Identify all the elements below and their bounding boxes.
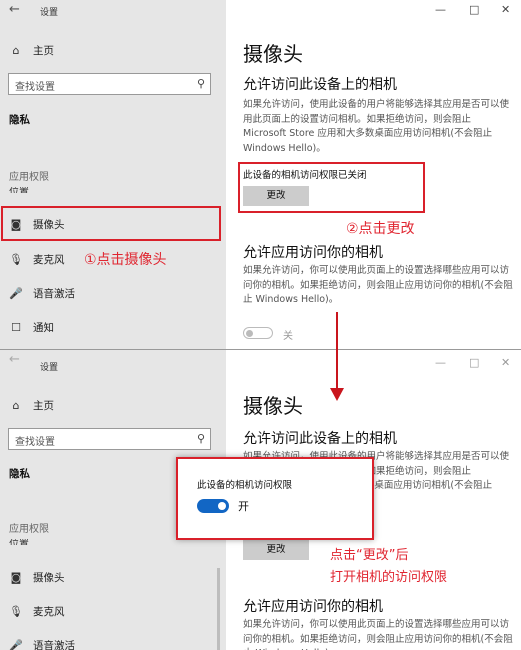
section1-title-2: 允许访问此设备上的相机 — [243, 431, 397, 447]
app-camera-toggle-label: 关 — [283, 331, 293, 342]
maximize-icon-2[interactable]: □ — [469, 356, 479, 369]
camera-access-popup: 此设备的相机访问权限 开 — [176, 457, 374, 540]
section2-title-2: 允许应用访问你的相机 — [243, 599, 383, 615]
nav-location-partial-2[interactable]: 位置 — [9, 539, 29, 545]
annotation-step1: ①点击摄像头 — [84, 252, 167, 268]
nav-microphone-label: 麦克风 — [33, 254, 65, 266]
sidebar: ← 设置 ⌂ 主页 查找设置 ⚲ 隐私 应用权限 位置 ◙ 摄像头 🎙 麦克风 … — [0, 0, 226, 350]
step-arrow-down-icon — [330, 388, 344, 401]
page-title: 摄像头 — [243, 42, 303, 66]
nav-microphone[interactable]: 🎙 麦克风 — [9, 252, 65, 267]
camera-access-toggle-label: 开 — [238, 500, 249, 513]
sidebar-scrollbar[interactable] — [217, 568, 220, 650]
section-app-permissions: 应用权限 — [9, 172, 49, 183]
popup-title: 此设备的相机访问权限 — [197, 480, 293, 491]
section1-title: 允许访问此设备上的相机 — [243, 77, 397, 93]
annotation-step3-line1: 点击“更改”后 — [330, 548, 409, 563]
back-arrow-icon[interactable]: ← — [9, 2, 20, 17]
section-app-permissions-2: 应用权限 — [9, 524, 49, 535]
maximize-icon[interactable]: □ — [469, 3, 479, 16]
nav-home-label: 主页 — [33, 45, 54, 57]
section2-title: 允许应用访问你的相机 — [243, 245, 383, 261]
search-input-2[interactable]: 查找设置 ⚲ — [8, 428, 211, 450]
section2-description-2: 如果允许访问，你可以使用此页面上的设置选择哪些应用可以访问你的相机。如果拒绝访问… — [243, 619, 513, 650]
minimize-icon[interactable]: — — [435, 3, 446, 16]
nav-location-partial[interactable]: 位置 — [9, 187, 29, 193]
nav-home-label-2: 主页 — [33, 400, 54, 412]
change-button-2[interactable]: 更改 — [243, 540, 309, 560]
settings-window-before: ← 设置 ⌂ 主页 查找设置 ⚲ 隐私 应用权限 位置 ◙ 摄像头 🎙 麦克风 … — [0, 0, 521, 350]
notification-icon: ☐ — [11, 321, 21, 334]
nav-voice-activation[interactable]: 🎤 语音激活 — [9, 286, 75, 301]
home-icon: ⌂ — [12, 44, 20, 57]
nav-microphone-2[interactable]: 🎙 麦克风 — [9, 604, 65, 619]
section-privacy-2: 隐私 — [9, 468, 30, 480]
microphone-icon-2: 🎙 — [9, 605, 23, 618]
nav-camera-label-2: 摄像头 — [33, 572, 65, 584]
voice-icon-2: 🎤 — [9, 639, 23, 650]
nav-home-2[interactable]: ⌂ 主页 — [9, 398, 55, 413]
page-title-2: 摄像头 — [243, 394, 303, 418]
nav-voice-label: 语音激活 — [33, 288, 75, 300]
nav-home[interactable]: ⌂ 主页 — [9, 43, 55, 58]
annotation-step2: ②点击更改 — [346, 221, 415, 237]
home-icon-2: ⌂ — [12, 399, 20, 412]
nav-notifications-label: 通知 — [33, 322, 54, 334]
voice-icon: 🎤 — [9, 287, 23, 300]
highlight-change-area — [238, 162, 425, 213]
nav-voice-label-2: 语音激活 — [33, 640, 75, 650]
minimize-icon-2[interactable]: — — [435, 356, 446, 369]
close-icon-2[interactable]: ✕ — [501, 356, 510, 369]
section1-description: 如果允许访问，使用此设备的用户将能够选择其应用是否可以使用此页面上的设置访问相机… — [243, 99, 510, 154]
search-placeholder: 查找设置 — [15, 82, 55, 93]
nav-notifications[interactable]: ☐ 通知 — [9, 320, 54, 335]
step-arrow-shaft — [336, 312, 338, 392]
back-arrow-icon-2[interactable]: ← — [9, 352, 20, 367]
app-camera-toggle[interactable] — [243, 327, 273, 339]
search-icon[interactable]: ⚲ — [197, 77, 205, 90]
nav-camera-2[interactable]: ◙ 摄像头 — [9, 570, 65, 585]
camera-access-toggle[interactable] — [197, 499, 229, 513]
highlight-camera-nav — [1, 206, 221, 241]
annotation-step3-line2: 打开相机的访问权限 — [330, 570, 448, 585]
microphone-icon: 🎙 — [9, 253, 23, 266]
search-input[interactable]: 查找设置 ⚲ — [8, 73, 211, 95]
section2-description: 如果允许访问，你可以使用此页面上的设置选择哪些应用可以访问你的相机。如果拒绝访问… — [243, 265, 513, 305]
close-icon[interactable]: ✕ — [501, 3, 510, 16]
app-title-2: 设置 — [40, 363, 59, 373]
section-privacy: 隐私 — [9, 114, 30, 126]
search-icon-2[interactable]: ⚲ — [197, 432, 205, 445]
nav-microphone-label-2: 麦克风 — [33, 606, 65, 618]
camera-icon-2: ◙ — [10, 571, 22, 584]
app-title: 设置 — [40, 8, 59, 18]
search-placeholder-2: 查找设置 — [15, 437, 55, 448]
nav-voice-activation-2[interactable]: 🎤 语音激活 — [9, 638, 75, 650]
